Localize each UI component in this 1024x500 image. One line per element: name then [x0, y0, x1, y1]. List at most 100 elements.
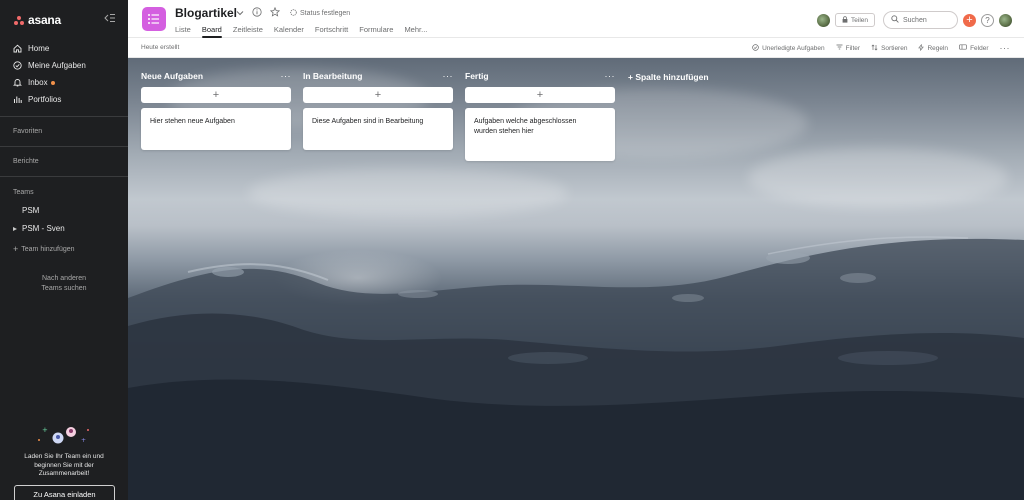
add-task-button[interactable]: +	[303, 87, 453, 103]
invite-illustration: + +	[36, 422, 92, 446]
column-more-icon[interactable]: ···	[605, 71, 616, 81]
sort-button[interactable]: Sortieren	[871, 44, 907, 53]
filter-button[interactable]: Filter	[836, 44, 860, 52]
task-card-title: Aufgaben welche abgeschlossen wurden ste…	[474, 118, 577, 135]
incomplete-tasks-filter[interactable]: Unerledigte Aufgaben	[752, 43, 825, 53]
rules-label: Regeln	[927, 44, 949, 52]
invite-button[interactable]: Zu Asana einladen	[14, 485, 115, 500]
add-section-button[interactable]: + Spalte hinzufügen	[628, 72, 709, 82]
sidebar-section-favorites[interactable]: Favoriten	[13, 128, 42, 135]
board-toolbar: Heute erstellt Unerledigte Aufgaben Filt…	[128, 38, 1024, 58]
sidebar-item-label: Portfolios	[28, 95, 62, 104]
sidebar-item-label: Home	[28, 44, 50, 53]
lock-icon	[842, 15, 848, 25]
add-team-link[interactable]: + Team hinzufügen	[13, 244, 75, 254]
tab-more[interactable]: Mehr...	[404, 25, 433, 38]
sidebar-item-label: Meine Aufgaben	[28, 61, 86, 70]
add-team-label: Team hinzufügen	[21, 245, 75, 253]
task-card-title: Diese Aufgaben sind in Bearbeitung	[312, 118, 424, 125]
inbox-notification-dot	[50, 80, 55, 85]
column-more-icon[interactable]: ···	[281, 71, 292, 81]
board-column-done: Fertig ··· + Aufgaben welche abgeschloss…	[465, 70, 615, 161]
tab-board[interactable]: Board	[201, 25, 228, 38]
asana-logo-icon	[14, 15, 24, 25]
user-avatar[interactable]	[999, 13, 1012, 27]
column-header[interactable]: Neue Aufgaben ···	[141, 70, 291, 82]
search-input[interactable]: Suchen	[883, 11, 958, 29]
logo-text: asana	[28, 13, 62, 27]
fields-label: Felder	[970, 44, 989, 52]
set-status-button[interactable]: Status festlegen	[290, 8, 350, 18]
sidebar-divider	[0, 116, 128, 117]
help-button[interactable]: ?	[981, 13, 994, 27]
tab-forms[interactable]: Formulare	[359, 25, 399, 38]
column-header[interactable]: Fertig ···	[465, 70, 615, 82]
svg-text:+: +	[42, 426, 48, 434]
browse-teams-link[interactable]: Nach anderen Teams suchen	[0, 274, 128, 294]
bell-icon	[13, 78, 22, 87]
column-more-icon[interactable]: ···	[443, 71, 454, 81]
share-label: Teilen	[851, 16, 868, 24]
chevron-down-icon[interactable]	[236, 9, 244, 18]
more-options-icon[interactable]: ···	[1000, 43, 1011, 53]
search-placeholder: Suchen	[903, 16, 927, 24]
filter-icon	[836, 44, 843, 52]
view-tabs: Liste Board Zeitleiste Kalender Fortschr…	[175, 25, 438, 38]
tab-progress[interactable]: Fortschritt	[315, 25, 354, 38]
sidebar-item-home[interactable]: Home	[0, 40, 128, 57]
tab-list[interactable]: Liste	[175, 25, 197, 38]
project-list-icon[interactable]	[142, 7, 166, 31]
invite-text: Laden Sie Ihr Team ein und beginnen Sie …	[24, 453, 104, 477]
check-circle-icon	[752, 43, 759, 53]
board-column-in-progress: In Bearbeitung ··· + Diese Aufgaben sind…	[303, 70, 453, 150]
title-controls: Status festlegen	[236, 6, 350, 19]
board-canvas: Neue Aufgaben ··· + Hier stehen neue Auf…	[128, 58, 1024, 500]
add-task-button[interactable]: +	[465, 87, 615, 103]
sidebar-team-psm[interactable]: PSM	[22, 206, 39, 215]
incomplete-tasks-label: Unerledigte Aufgaben	[762, 44, 825, 52]
project-header: Blogartikel Status festlegen Liste Board…	[128, 0, 1024, 38]
fields-icon	[959, 44, 967, 52]
column-title[interactable]: In Bearbeitung	[303, 71, 363, 81]
column-title[interactable]: Neue Aufgaben	[141, 71, 203, 81]
tab-timeline[interactable]: Zeitleiste	[233, 25, 269, 38]
tab-calendar[interactable]: Kalender	[274, 25, 310, 38]
quick-add-plus-button[interactable]: +	[963, 13, 976, 27]
project-title[interactable]: Blogartikel	[175, 6, 237, 20]
lightning-icon	[918, 43, 925, 53]
info-icon[interactable]	[252, 7, 262, 19]
bar-chart-icon	[13, 95, 22, 104]
rules-button[interactable]: Regeln	[918, 43, 949, 53]
share-button[interactable]: Teilen	[835, 13, 875, 27]
sidebar-item-portfolios[interactable]: Portfolios	[0, 91, 128, 108]
sidebar-item-inbox[interactable]: Inbox	[0, 74, 128, 91]
sort-icon	[871, 44, 878, 53]
last-created-info: Heute erstellt	[141, 44, 180, 51]
sidebar-section-reports[interactable]: Berichte	[13, 158, 39, 165]
task-card[interactable]: Aufgaben welche abgeschlossen wurden ste…	[465, 108, 615, 161]
toolbar-actions: Unerledigte Aufgaben Filter Sortieren Re…	[752, 43, 1010, 53]
team-label: PSM	[22, 206, 40, 215]
task-card-title: Hier stehen neue Aufgaben	[150, 118, 235, 125]
add-task-button[interactable]: +	[141, 87, 291, 103]
board-column-new-tasks: Neue Aufgaben ··· + Hier stehen neue Auf…	[141, 70, 291, 150]
fields-button[interactable]: Felder	[959, 44, 989, 52]
check-circle-icon	[13, 61, 22, 70]
column-title[interactable]: Fertig	[465, 71, 489, 81]
expand-caret-icon[interactable]	[13, 226, 17, 231]
collapse-sidebar-icon[interactable]	[104, 13, 116, 23]
sidebar-section-teams[interactable]: Teams	[13, 189, 34, 196]
member-avatar[interactable]	[817, 13, 831, 27]
search-icon	[891, 15, 899, 25]
team-label: PSM - Sven	[22, 224, 65, 233]
asana-logo[interactable]: asana	[14, 13, 61, 27]
sidebar-team-psm-sven[interactable]: PSM - Sven	[13, 224, 65, 233]
sidebar-item-my-tasks[interactable]: Meine Aufgaben	[0, 57, 128, 74]
home-icon	[13, 44, 22, 53]
task-card[interactable]: Hier stehen neue Aufgaben	[141, 108, 291, 150]
status-circle-icon	[290, 8, 297, 18]
star-icon[interactable]	[269, 6, 281, 19]
sidebar-item-label: Inbox	[28, 78, 48, 87]
column-header[interactable]: In Bearbeitung ···	[303, 70, 453, 82]
task-card[interactable]: Diese Aufgaben sind in Bearbeitung	[303, 108, 453, 150]
